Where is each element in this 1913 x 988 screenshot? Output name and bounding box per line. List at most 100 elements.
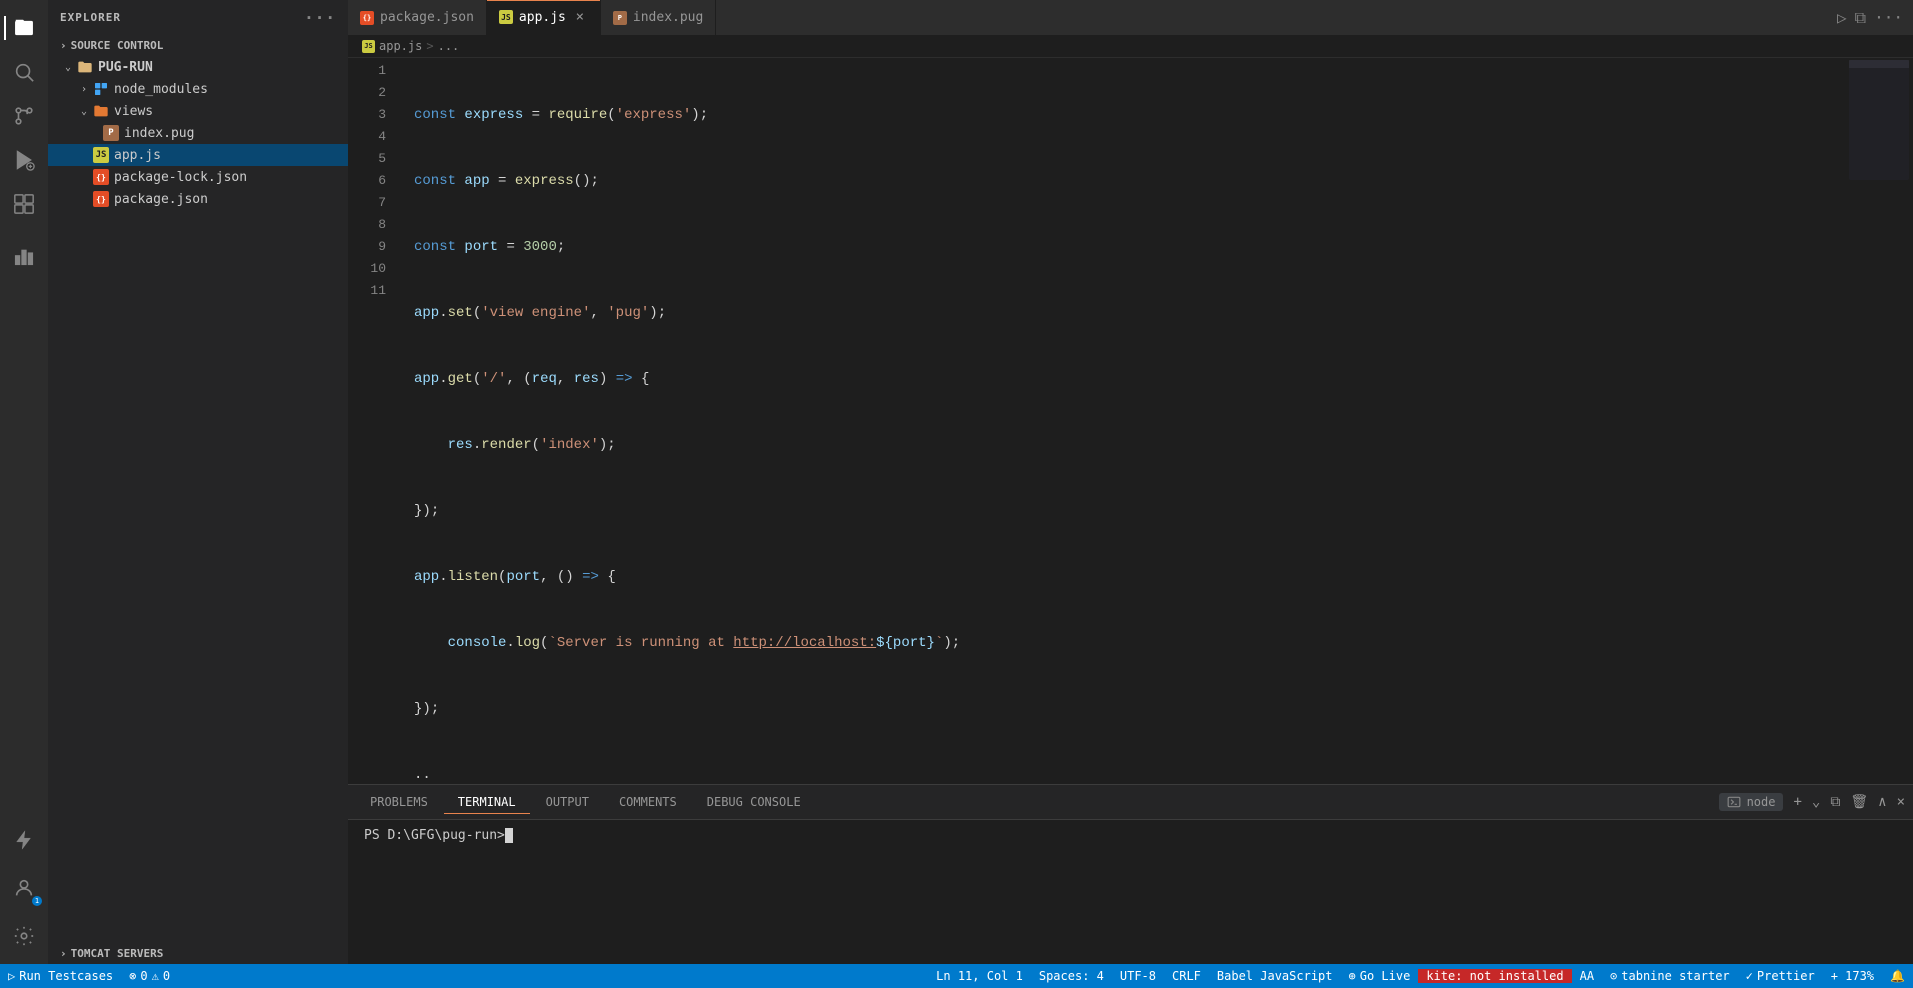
git-activity-icon[interactable] xyxy=(4,96,44,136)
code-content[interactable]: const express = require('express'); cons… xyxy=(398,58,1833,784)
go-live-label: Go Live xyxy=(1360,969,1411,983)
node-label: node xyxy=(1747,795,1776,809)
new-terminal-button[interactable]: + xyxy=(1793,794,1801,810)
code-line-3: const port = 3000; xyxy=(414,236,1833,258)
zoom-label: + 173% xyxy=(1831,969,1874,983)
tree-item-package-lock[interactable]: › {} package-lock.json xyxy=(48,166,348,188)
aa-label: AA xyxy=(1580,969,1594,983)
stats-activity-icon[interactable] xyxy=(4,236,44,276)
cursor-position-status[interactable]: Ln 11, Col 1 xyxy=(928,969,1031,983)
tabnine-status[interactable]: ⊙ tabnine starter xyxy=(1602,969,1738,983)
root-chevron-down: ⌄ xyxy=(60,62,76,73)
tab-problems[interactable]: PROBLEMS xyxy=(356,791,442,813)
source-control-label: SOURCE CONTROL xyxy=(71,39,164,52)
code-line-7: }); xyxy=(414,500,1833,522)
tabnine-label: tabnine starter xyxy=(1621,969,1729,983)
sidebar-more-button[interactable]: ··· xyxy=(304,8,336,27)
split-editor-button[interactable]: ⧉ xyxy=(1855,8,1866,28)
search-activity-icon[interactable] xyxy=(4,52,44,92)
cursor-position-label: Ln 11, Col 1 xyxy=(936,969,1023,983)
extensions-activity-icon[interactable] xyxy=(4,184,44,224)
tab-app-close[interactable]: × xyxy=(572,9,588,25)
tab-package-json[interactable]: {} package.json xyxy=(348,0,487,35)
pkg-json-label: package.json xyxy=(114,192,208,207)
tab-comments[interactable]: COMMENTS xyxy=(605,791,691,813)
breadcrumb: JS app.js > ... xyxy=(348,35,1913,58)
app-js-label: app.js xyxy=(114,148,161,163)
breadcrumb-js-icon: JS app.js xyxy=(362,39,422,53)
source-control-chevron: › xyxy=(60,39,67,52)
tree-item-node-modules[interactable]: › node_modules xyxy=(48,78,348,100)
spaces-status[interactable]: Spaces: 4 xyxy=(1031,969,1112,983)
go-live-status[interactable]: ⊕ Go Live xyxy=(1341,969,1419,983)
settings-activity-icon[interactable] xyxy=(4,916,44,956)
maximize-terminal-button[interactable]: ∧ xyxy=(1878,794,1886,810)
tomcat-servers-section[interactable]: › TOMCAT SERVERS xyxy=(48,943,348,964)
code-line-4: app.set('view engine', 'pug'); xyxy=(414,302,1833,324)
run-button[interactable]: ▷ xyxy=(1837,8,1847,27)
delete-terminal-button[interactable]: 🗑 xyxy=(1850,794,1868,810)
lightning-activity-icon[interactable] xyxy=(4,820,44,860)
status-bar-left: ▷ Run Testcases ⊗ 0 ⚠ 0 xyxy=(0,969,178,983)
run-testcases-status[interactable]: ▷ Run Testcases xyxy=(0,969,121,983)
language-label: Babel JavaScript xyxy=(1217,969,1333,983)
go-live-icon: ⊕ xyxy=(1349,969,1356,983)
explorer-activity-icon[interactable] xyxy=(4,8,44,48)
tab-spacer xyxy=(716,0,1827,35)
terminal-prompt: PS D:\GFG\pug-run> xyxy=(364,828,505,843)
breadcrumb-sep: > xyxy=(426,39,433,53)
terminal-tabs: PROBLEMS TERMINAL OUTPUT COMMENTS DEBUG … xyxy=(348,785,1913,820)
notification-status[interactable]: 🔔 xyxy=(1882,969,1913,983)
kite-status[interactable]: kite: not installed xyxy=(1418,969,1571,983)
terminal-cursor xyxy=(505,828,513,843)
tree-item-app-js[interactable]: › JS app.js xyxy=(48,144,348,166)
run-activity-icon[interactable] xyxy=(4,140,44,180)
tab-index-pug[interactable]: P index.pug xyxy=(601,0,716,35)
tab-actions: ▷ ⧉ ··· xyxy=(1827,0,1913,35)
terminal-tab-actions: node + ⌄ ⧉ 🗑 ∧ × xyxy=(1719,793,1905,811)
warning-count: 0 xyxy=(163,969,170,983)
terminal-panel: PROBLEMS TERMINAL OUTPUT COMMENTS DEBUG … xyxy=(348,784,1913,964)
errors-warnings-status[interactable]: ⊗ 0 ⚠ 0 xyxy=(121,969,178,983)
views-label: views xyxy=(114,104,153,119)
source-control-section[interactable]: › SOURCE CONTROL xyxy=(48,35,348,56)
tree-root-pug-run[interactable]: ⌄ PUG-RUN xyxy=(48,56,348,78)
tabnine-icon: ⊙ xyxy=(1610,969,1617,983)
tree-item-index-pug[interactable]: P index.pug xyxy=(48,122,348,144)
prettier-label: Prettier xyxy=(1757,969,1815,983)
close-terminal-button[interactable]: × xyxy=(1897,794,1905,810)
tab-terminal[interactable]: TERMINAL xyxy=(444,791,530,814)
tab-debug-console[interactable]: DEBUG CONSOLE xyxy=(693,791,815,813)
minimap xyxy=(1833,58,1913,784)
eol-label: CRLF xyxy=(1172,969,1201,983)
tomcat-label: TOMCAT SERVERS xyxy=(71,947,164,960)
more-actions-button[interactable]: ··· xyxy=(1874,8,1903,27)
aa-status[interactable]: AA xyxy=(1572,969,1602,983)
root-folder-icon xyxy=(76,58,94,76)
eol-status[interactable]: CRLF xyxy=(1164,969,1209,983)
tab-pkg-icon: {} xyxy=(360,11,374,25)
terminal-content[interactable]: PS D:\GFG\pug-run> xyxy=(348,820,1913,964)
prettier-status[interactable]: ✓ Prettier xyxy=(1738,969,1823,983)
tab-output[interactable]: OUTPUT xyxy=(532,791,603,813)
encoding-status[interactable]: UTF-8 xyxy=(1112,969,1164,983)
tab-app-js[interactable]: JS app.js × xyxy=(487,0,601,35)
notification-icon: 🔔 xyxy=(1890,969,1905,983)
pkg-json-icon: {} xyxy=(92,190,110,208)
zoom-status[interactable]: + 173% xyxy=(1823,969,1882,983)
views-folder-icon xyxy=(92,102,110,120)
tab-pug-icon: P xyxy=(613,11,627,25)
split-terminal-button[interactable]: ⧉ xyxy=(1830,794,1840,810)
language-status[interactable]: Babel JavaScript xyxy=(1209,969,1341,983)
account-activity-icon[interactable]: 1 xyxy=(4,868,44,908)
pkg-lock-icon: {} xyxy=(92,168,110,186)
terminal-chevron-button[interactable]: ⌄ xyxy=(1812,794,1820,810)
status-bar-right: Ln 11, Col 1 Spaces: 4 UTF-8 CRLF Babel … xyxy=(928,969,1913,983)
node-modules-chevron: › xyxy=(76,84,92,95)
tree-item-views[interactable]: ⌄ views xyxy=(48,100,348,122)
root-label: PUG-RUN xyxy=(98,60,153,75)
run-testcases-label: Run Testcases xyxy=(19,969,113,983)
error-count: 0 xyxy=(140,969,147,983)
tree-item-package-json[interactable]: › {} package.json xyxy=(48,188,348,210)
explorer-label: EXPLORER xyxy=(60,11,121,24)
